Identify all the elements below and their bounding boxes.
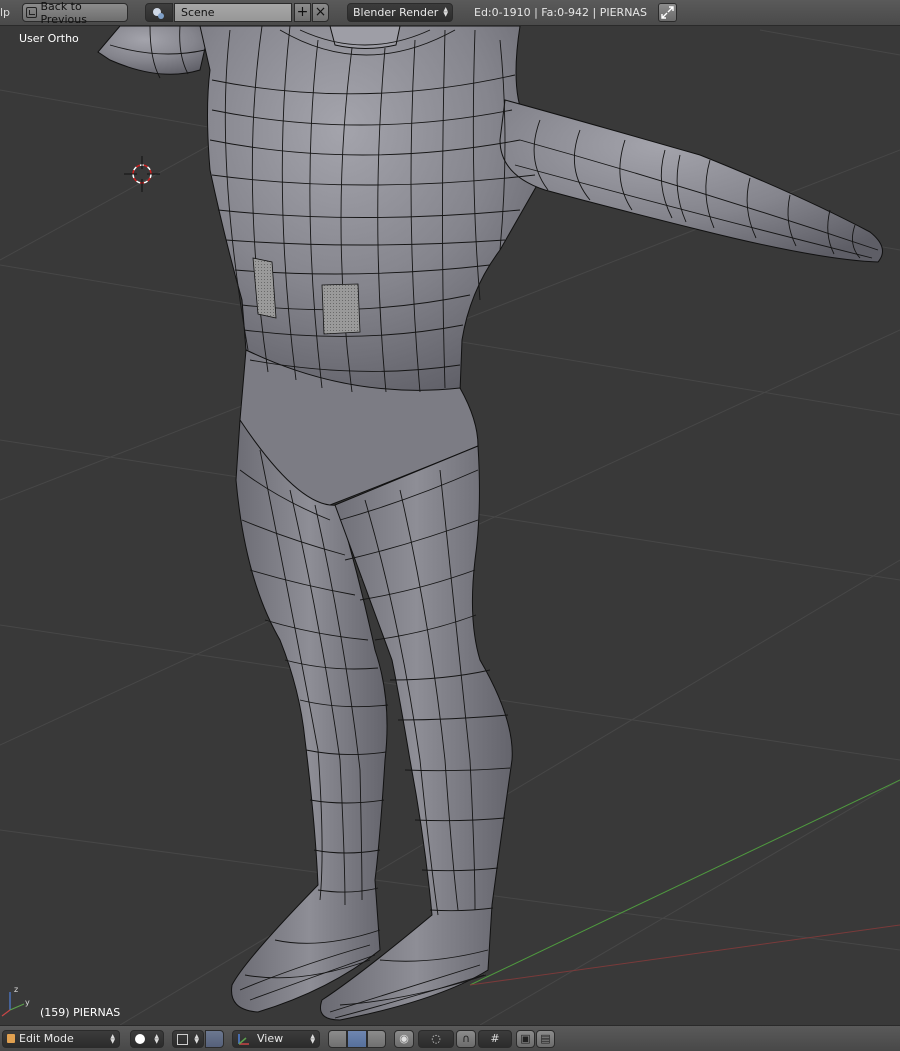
proportional-edit-glyph: ◌ <box>431 1032 441 1045</box>
plus-icon[interactable]: + <box>294 3 311 22</box>
opengl-animation-glyph: ▤ <box>540 1032 551 1045</box>
mesh-select-mode-group <box>328 1030 386 1048</box>
interaction-mode-label: Edit Mode <box>19 1032 74 1045</box>
back-to-previous-label: Back to Previous <box>40 0 87 26</box>
solid-sphere-icon <box>135 1034 145 1044</box>
help-menu[interactable]: lp <box>0 6 10 19</box>
view-menu[interactable]: View ▲ ▼ <box>232 1030 320 1048</box>
edge-select-icon[interactable] <box>347 1030 367 1048</box>
updown-arrows-icon: ▲ ▼ <box>443 6 448 18</box>
opengl-render-icon[interactable]: ▣ <box>516 1030 535 1048</box>
3d-viewport[interactable]: z y User Ortho (159) PIERNAS <box>0 25 900 1026</box>
grid-snap-icon[interactable]: # <box>478 1030 512 1048</box>
axis-gizmo-icon: z y <box>1 985 30 1017</box>
scene-stats: Ed:0-1910 | Fa:0-942 | PIERNAS <box>474 6 647 19</box>
face-select-icon[interactable] <box>366 1030 386 1048</box>
interaction-mode-dropdown[interactable]: Edit Mode ▲ ▼ <box>2 1030 120 1048</box>
viewport-canvas[interactable]: z y <box>0 25 900 1026</box>
limit-selection-glyph: ◉ <box>399 1032 409 1045</box>
opengl-animation-icon[interactable]: ▤ <box>536 1030 555 1048</box>
svg-text:y: y <box>25 998 30 1007</box>
limit-selection-icon[interactable]: ◉ <box>394 1030 414 1048</box>
view-type-label: User Ortho <box>19 32 79 45</box>
fullscreen-arrows-icon <box>661 6 674 19</box>
back-to-previous-icon <box>26 7 38 18</box>
opengl-render-glyph: ▣ <box>520 1032 531 1045</box>
updown-arrows-icon: ▲ ▼ <box>310 1033 315 1045</box>
updown-arrows-icon: ▲ ▼ <box>110 1033 115 1045</box>
3d-cursor-icon <box>124 156 160 192</box>
snap-magnet-glyph: ∩ <box>461 1032 471 1045</box>
updown-arrows-icon: ▲ ▼ <box>154 1033 159 1045</box>
scene-browse-button[interactable] <box>145 3 173 22</box>
selected-face-center <box>321 283 361 335</box>
grid-snap-glyph: # <box>490 1032 500 1045</box>
svg-text:z: z <box>14 985 18 994</box>
transform-axes-icon <box>238 1034 249 1045</box>
render-engine-dropdown[interactable]: Blender Render ▲ ▼ <box>347 3 453 22</box>
x-icon[interactable]: × <box>312 3 329 22</box>
proportional-edit-icon[interactable]: ◌ <box>418 1030 454 1048</box>
back-to-previous-button[interactable]: Back to Previous <box>22 0 128 26</box>
pivot-point-icon <box>177 1034 188 1045</box>
render-engine-label: Blender Render <box>353 6 439 19</box>
active-object-label: (159) PIERNAS <box>40 1006 121 1019</box>
fullscreen-toggle-icon[interactable] <box>658 3 677 22</box>
view-menu-label: View <box>257 1032 284 1045</box>
scene-icon-accent <box>158 13 164 19</box>
manipulator-toggle-icon[interactable] <box>205 1030 224 1048</box>
vertex-select-icon[interactable] <box>328 1030 348 1048</box>
x-axis-line <box>469 924 900 986</box>
viewport-shading-dropdown[interactable]: ▲ ▼ <box>130 1030 164 1048</box>
scene-name-field[interactable]: Scene <box>174 3 292 22</box>
3d-view-header: Edit Mode ▲ ▼ ▲ ▼ ▲ ▼ View ▲ ▼ ◉ ◌ ∩ # ▣ ▤ <box>0 1025 900 1051</box>
pivot-point-dropdown[interactable]: ▲ ▼ <box>172 1030 204 1048</box>
y-axis-line <box>469 779 900 986</box>
snap-magnet-icon[interactable]: ∩ <box>456 1030 476 1048</box>
updown-arrows-icon: ▲ ▼ <box>194 1033 199 1045</box>
info-header: lp Back to Previous Scene + × Blender Re… <box>0 0 900 26</box>
edit-mode-icon <box>7 1034 15 1043</box>
